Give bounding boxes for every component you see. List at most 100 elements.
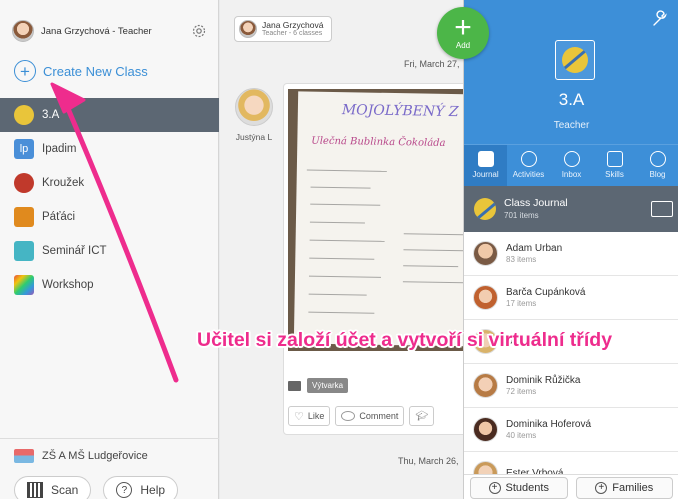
help-label: Help (140, 483, 166, 497)
feed-user-sub: Teacher - 6 classes (262, 29, 323, 37)
plus-circle-icon: + (14, 60, 36, 82)
class-rainbow-icon (14, 275, 34, 295)
ball-icon (562, 47, 588, 73)
journal-name: Class Journal (504, 197, 568, 210)
handwriting-line (402, 281, 465, 284)
class-name: Kroužek (42, 177, 85, 189)
class-badge[interactable] (555, 40, 595, 80)
school-icon (14, 448, 34, 463)
plus-circle-icon: + (488, 482, 501, 494)
class-ball-icon (14, 105, 34, 125)
create-new-class-button[interactable]: + Create New Class (14, 60, 148, 82)
like-label: Like (307, 411, 325, 421)
user-header[interactable]: Jana Grzychová - Teacher (12, 16, 207, 46)
student-avatar (473, 285, 498, 310)
post-tag-row: Výtvarka (288, 378, 349, 393)
tab-label: Activities (512, 170, 545, 179)
like-button[interactable]: ♡ Like (288, 406, 331, 426)
folder-icon (288, 380, 301, 391)
comment-button[interactable]: Comment (335, 406, 405, 426)
handwriting-line (306, 169, 387, 172)
folder-icon[interactable] (651, 201, 673, 217)
tab-label: Journal (472, 170, 499, 179)
class-paint-icon (14, 207, 34, 227)
book-icon (477, 151, 494, 167)
handwriting-line (308, 311, 375, 314)
handwriting-line (403, 265, 459, 268)
student-avatar (473, 417, 498, 442)
class-panel-bottom: + Students + Families (464, 474, 678, 499)
sidebar-item-seminar-ict[interactable]: Seminář ICT (0, 234, 219, 268)
post-tag[interactable]: Výtvarka (307, 378, 349, 393)
tab-label: Blog (649, 170, 666, 179)
student-name: Dominika Hoferová (506, 418, 592, 430)
globe-icon (649, 151, 666, 167)
drawing-paper: MOJOLÝBENÝ Z Ulečná Bublinka Čokoláda (293, 91, 465, 347)
class-feed: Jana Grzychová Teacher - 6 classes Fri, … (220, 0, 465, 499)
students-button[interactable]: + Students (470, 477, 568, 499)
drawing-subtitle: Ulečná Bublinka Čokoláda (311, 135, 446, 149)
add-label: Add (455, 41, 471, 50)
post-author-name: Justýna L (235, 132, 273, 142)
journal-count: 701 items (504, 210, 539, 220)
student-count: 72 items (506, 386, 537, 396)
class-tabs: Journal Activities Inbox Skills Blog (464, 144, 678, 186)
sidebar-item-pataci[interactable]: Páťáci (0, 200, 219, 234)
tab-blog[interactable]: Blog (636, 145, 678, 186)
list-item[interactable]: Adam Urban 83 items (464, 232, 678, 276)
post-photo[interactable]: MOJOLÝBENÝ Z Ulečná Bublinka Čokoláda (288, 89, 465, 351)
tab-journal[interactable]: Journal (464, 145, 507, 186)
tab-activities[interactable]: Activities (507, 145, 550, 186)
sidebar-item-workshop[interactable]: Workshop (0, 268, 219, 302)
class-role: Teacher (553, 120, 590, 131)
gear-icon[interactable] (191, 23, 207, 39)
student-avatar (235, 88, 273, 126)
student-name: Adam Urban (506, 242, 563, 254)
skill-button[interactable]: 🎓︎ (409, 406, 435, 426)
sidebar-item-krouzek[interactable]: Kroužek (0, 166, 219, 200)
student-count: 17 items (506, 298, 537, 308)
post-author[interactable]: Justýna L (232, 88, 276, 142)
handwriting-line (308, 275, 381, 278)
tab-label: Inbox (561, 170, 582, 179)
handwriting-line (310, 203, 381, 206)
wrench-icon[interactable] (651, 10, 669, 28)
add-button[interactable]: + Add (437, 7, 489, 59)
student-name: Dominik Růžička (506, 374, 581, 386)
graduation-cap-icon (606, 151, 623, 167)
feed-user-name: Jana Grzychová (262, 19, 324, 30)
help-button[interactable]: ? Help (103, 476, 179, 499)
scan-button[interactable]: Scan (14, 476, 92, 499)
annotation-caption: Učitel si založí účet a vytvoří si virtu… (197, 329, 613, 351)
class-robot-icon (14, 241, 34, 261)
class-sidebar: Jana Grzychová - Teacher + Create New Cl… (0, 0, 219, 499)
families-button[interactable]: + Families (575, 477, 673, 499)
student-count: 40 items (506, 430, 537, 440)
student-count: 83 items (506, 254, 537, 264)
list-item[interactable]: Dominik Růžička 72 items (464, 364, 678, 408)
post-date: Fri, March 27, (404, 59, 460, 69)
families-label: Families (612, 482, 654, 494)
school-name: ZŠ A MŠ Ludgeřovice (42, 449, 148, 462)
user-avatar (12, 20, 34, 42)
handwriting-line (308, 293, 367, 296)
list-item[interactable]: Barča Cupánková 17 items (464, 276, 678, 320)
handwriting-line (403, 249, 465, 252)
tab-label: Skills (605, 170, 624, 179)
tab-inbox[interactable]: Inbox (550, 145, 593, 186)
sidebar-item-3a[interactable]: 3.A (0, 98, 219, 132)
user-name-role: Jana Grzychová - Teacher (41, 25, 152, 37)
handwriting-line (403, 233, 464, 236)
scan-label: Scan (51, 483, 79, 497)
class-name: Páťáci (42, 211, 76, 223)
school-item[interactable]: ZŠ A MŠ Ludgeřovice (0, 438, 219, 472)
list-item[interactable]: Dominika Hoferová 40 items (464, 408, 678, 452)
class-name: Workshop (42, 279, 94, 291)
heart-icon: ♡ (294, 410, 304, 423)
tab-skills[interactable]: Skills (593, 145, 636, 186)
student-avatar (473, 241, 498, 266)
class-name: Seminář ICT (42, 245, 107, 257)
feed-user-header[interactable]: Jana Grzychová Teacher - 6 classes (234, 16, 333, 42)
sidebar-item-ipadim[interactable]: lp Ipadim (0, 132, 219, 166)
class-journal-item[interactable]: Class Journal 701 items (464, 186, 678, 232)
